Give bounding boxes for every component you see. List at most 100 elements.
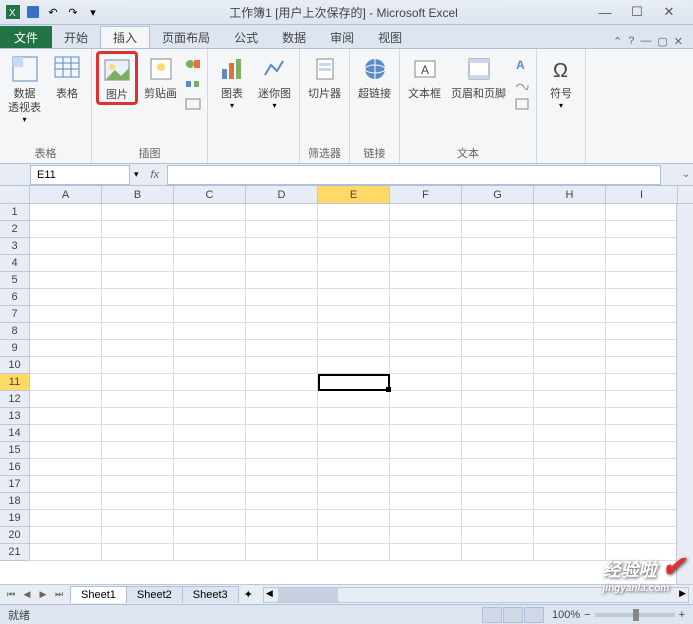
cell[interactable] [246, 306, 318, 323]
cell[interactable] [102, 442, 174, 459]
cell[interactable] [606, 527, 678, 544]
cell[interactable] [174, 476, 246, 493]
cell[interactable] [174, 391, 246, 408]
cell[interactable] [462, 289, 534, 306]
cell[interactable] [534, 340, 606, 357]
cell[interactable] [102, 255, 174, 272]
cell[interactable] [318, 289, 390, 306]
cell[interactable] [390, 357, 462, 374]
cell[interactable] [462, 544, 534, 561]
signature-icon[interactable] [512, 75, 532, 93]
cell[interactable] [534, 323, 606, 340]
cell[interactable] [246, 459, 318, 476]
row-header-7[interactable]: 7 [0, 306, 30, 323]
cell[interactable] [390, 425, 462, 442]
row-header-1[interactable]: 1 [0, 204, 30, 221]
cell[interactable] [462, 374, 534, 391]
cell[interactable] [30, 374, 102, 391]
table-button[interactable]: 表格 [47, 51, 87, 103]
excel-icon[interactable]: X [4, 3, 22, 21]
cell[interactable] [246, 510, 318, 527]
row-header-2[interactable]: 2 [0, 221, 30, 238]
tab-insert[interactable]: 插入 [100, 26, 150, 48]
tab-data[interactable]: 数据 [270, 26, 318, 48]
cell[interactable] [318, 221, 390, 238]
cell[interactable] [174, 374, 246, 391]
cell[interactable] [174, 221, 246, 238]
cell[interactable] [534, 204, 606, 221]
name-box-dropdown-icon[interactable]: ▾ [130, 169, 143, 180]
cell[interactable] [390, 221, 462, 238]
tab-home[interactable]: 开始 [52, 26, 100, 48]
cell[interactable] [534, 493, 606, 510]
cell[interactable] [102, 510, 174, 527]
cell[interactable] [606, 459, 678, 476]
cell[interactable] [246, 493, 318, 510]
cell[interactable] [390, 272, 462, 289]
zoom-slider[interactable] [595, 613, 675, 617]
help-icon[interactable]: ? [628, 35, 634, 48]
window-min-icon[interactable]: — [640, 35, 651, 48]
cell[interactable] [534, 272, 606, 289]
cell[interactable] [390, 204, 462, 221]
cell[interactable] [174, 493, 246, 510]
row-header-4[interactable]: 4 [0, 255, 30, 272]
cell[interactable] [534, 221, 606, 238]
cell[interactable] [30, 357, 102, 374]
undo-icon[interactable]: ↶ [44, 3, 62, 21]
cell[interactable] [246, 255, 318, 272]
zoom-out-button[interactable]: − [584, 609, 590, 621]
cell[interactable] [246, 442, 318, 459]
cell[interactable] [606, 408, 678, 425]
cell[interactable] [534, 306, 606, 323]
clipart-button[interactable]: 剪贴画 [140, 51, 181, 103]
tab-page-layout[interactable]: 页面布局 [150, 26, 222, 48]
col-header-A[interactable]: A [30, 186, 102, 203]
cell[interactable] [462, 493, 534, 510]
cell[interactable] [246, 340, 318, 357]
cell[interactable] [318, 323, 390, 340]
chart-button[interactable]: 图表 ▾ [212, 51, 252, 112]
cell[interactable] [462, 357, 534, 374]
cell[interactable] [246, 408, 318, 425]
close-button[interactable]: ✕ [657, 3, 681, 21]
cell[interactable] [102, 221, 174, 238]
cell[interactable] [462, 340, 534, 357]
zoom-thumb[interactable] [633, 609, 639, 621]
window-close-icon[interactable]: ✕ [674, 35, 683, 48]
cell[interactable] [102, 374, 174, 391]
cell[interactable] [174, 306, 246, 323]
cell[interactable] [174, 323, 246, 340]
cell[interactable] [246, 527, 318, 544]
cell[interactable] [534, 289, 606, 306]
sheet-prev-icon[interactable]: ◀ [20, 589, 34, 600]
cell[interactable] [102, 544, 174, 561]
cell[interactable] [390, 340, 462, 357]
cell[interactable] [534, 442, 606, 459]
cell[interactable] [390, 408, 462, 425]
cell[interactable] [462, 204, 534, 221]
cell[interactable] [30, 493, 102, 510]
cell[interactable] [174, 255, 246, 272]
cell[interactable] [30, 527, 102, 544]
cell[interactable] [246, 323, 318, 340]
cell[interactable] [246, 221, 318, 238]
row-header-5[interactable]: 5 [0, 272, 30, 289]
cell[interactable] [606, 476, 678, 493]
sheet-next-icon[interactable]: ▶ [36, 589, 50, 600]
cell[interactable] [30, 340, 102, 357]
row-header-3[interactable]: 3 [0, 238, 30, 255]
cell[interactable] [462, 306, 534, 323]
cell[interactable] [534, 510, 606, 527]
cell[interactable] [246, 238, 318, 255]
col-header-B[interactable]: B [102, 186, 174, 203]
cell[interactable] [246, 204, 318, 221]
cell[interactable] [318, 493, 390, 510]
col-header-E[interactable]: E [318, 186, 390, 203]
cell[interactable] [246, 272, 318, 289]
sheet-tab-2[interactable]: Sheet2 [126, 586, 183, 603]
row-header-11[interactable]: 11 [0, 374, 30, 391]
wordart-icon[interactable]: A [512, 55, 532, 73]
cell[interactable] [318, 391, 390, 408]
cell[interactable] [102, 340, 174, 357]
